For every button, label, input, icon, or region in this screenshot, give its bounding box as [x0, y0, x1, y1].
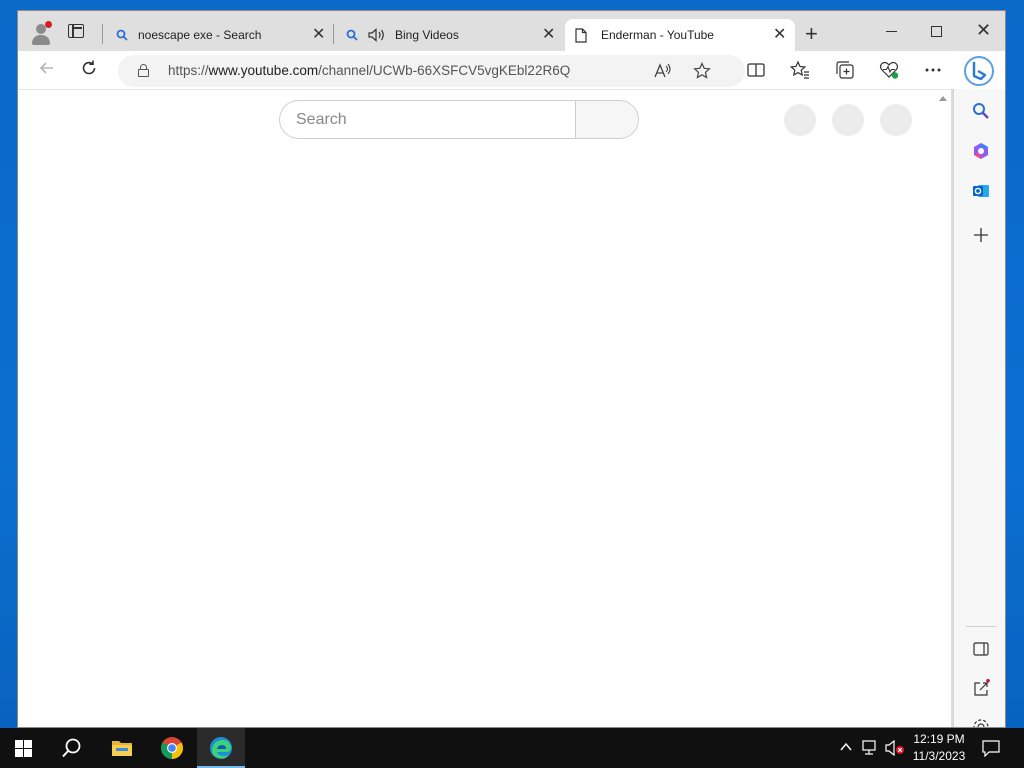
tab-label: Enderman - YouTube — [601, 28, 714, 42]
split-icon[interactable] — [971, 639, 991, 659]
refresh-button[interactable] — [80, 59, 98, 77]
search-placeholder: Search — [296, 111, 347, 128]
loading-placeholder-circle — [784, 104, 816, 136]
read-aloud-icon[interactable] — [654, 63, 672, 79]
chrome-button[interactable] — [148, 728, 196, 768]
close-tab-icon[interactable]: ✕ — [542, 27, 555, 43]
add-icon[interactable] — [971, 225, 991, 245]
browser-window: noescape exe - Search ✕ Bing Videos ✕ En… — [17, 10, 1006, 728]
address-bar[interactable]: https://www.youtube.com/channel/UCWb-66X… — [118, 55, 745, 87]
volume-muted-icon[interactable] — [885, 740, 907, 756]
outlook-icon[interactable] — [971, 181, 991, 201]
maximize-button[interactable] — [931, 26, 942, 37]
search-icon[interactable] — [971, 101, 991, 121]
speaker-icon[interactable] — [368, 28, 386, 42]
taskbar: 12:19 PM 11/3/2023 — [0, 728, 1024, 768]
toolbar: https://www.youtube.com/channel/UCWb-66X… — [18, 51, 1005, 89]
clock-time[interactable]: 12:19 PM — [908, 732, 970, 746]
tab-noescape-search[interactable]: noescape exe - Search ✕ — [106, 19, 332, 51]
url-scheme: https:// — [168, 63, 209, 78]
tab-separator — [102, 24, 103, 44]
clock-date[interactable]: 11/3/2023 — [908, 749, 970, 763]
close-tab-icon[interactable]: ✕ — [773, 27, 786, 43]
windows-logo-icon — [15, 740, 33, 757]
tab-enderman-youtube[interactable]: Enderman - YouTube ✕ — [565, 19, 795, 51]
favorites-icon[interactable] — [790, 60, 810, 80]
chevron-up-icon[interactable] — [840, 742, 852, 752]
page-icon — [575, 28, 587, 43]
back-button[interactable] — [38, 59, 56, 77]
youtube-search-input[interactable]: Search — [279, 100, 576, 139]
file-explorer-button[interactable] — [98, 728, 146, 768]
youtube-search-button[interactable] — [575, 100, 639, 139]
url-path: /channel/UCWb-66XSFCV5vgKEbl22R6Q — [318, 63, 571, 78]
browser-essentials-icon[interactable] — [879, 60, 899, 80]
chrome-icon — [161, 737, 183, 759]
edge-button[interactable] — [197, 728, 245, 768]
minimize-button[interactable] — [886, 31, 897, 32]
url-host: www.youtube.com — [208, 63, 319, 78]
split-screen-icon[interactable] — [746, 60, 766, 80]
new-tab-button[interactable]: + — [805, 23, 818, 45]
tab-actions-icon[interactable] — [68, 24, 84, 38]
edge-sidebar — [953, 89, 1005, 728]
sidebar-divider — [966, 626, 996, 627]
edge-icon — [210, 737, 232, 759]
page-content: Search — [18, 89, 951, 727]
loading-placeholder-circle — [832, 104, 864, 136]
tab-bing-videos[interactable]: Bing Videos ✕ — [336, 19, 562, 51]
external-link-icon[interactable] — [971, 679, 991, 699]
file-explorer-icon — [112, 741, 132, 756]
taskbar-search-button[interactable] — [48, 728, 96, 768]
profile-icon[interactable] — [30, 21, 52, 45]
loading-placeholder-circle — [880, 104, 912, 136]
settings-icon[interactable] — [971, 717, 991, 728]
close-tab-icon[interactable]: ✕ — [312, 27, 325, 43]
close-window-button[interactable]: ✕ — [976, 21, 991, 39]
collections-icon[interactable] — [835, 60, 855, 80]
tab-label: Bing Videos — [395, 28, 459, 42]
copilot-icon[interactable] — [971, 141, 991, 161]
search-icon — [116, 29, 128, 41]
scroll-up-arrow-icon[interactable] — [939, 96, 947, 101]
network-icon[interactable] — [862, 740, 880, 756]
bing-icon — [972, 62, 987, 81]
search-icon — [346, 29, 358, 41]
tab-label: noescape exe - Search — [138, 28, 262, 42]
tab-bar: noescape exe - Search ✕ Bing Videos ✕ En… — [18, 11, 1005, 51]
start-button[interactable] — [0, 728, 48, 768]
bing-copilot-button[interactable] — [964, 56, 994, 86]
tab-separator — [333, 24, 334, 44]
url-text[interactable]: https://www.youtube.com/channel/UCWb-66X… — [168, 63, 570, 78]
more-options-icon[interactable] — [923, 60, 943, 80]
notification-icon[interactable] — [982, 739, 1000, 757]
search-icon — [62, 738, 81, 758]
favorite-star-icon[interactable] — [693, 62, 711, 80]
lock-icon[interactable] — [138, 64, 149, 77]
